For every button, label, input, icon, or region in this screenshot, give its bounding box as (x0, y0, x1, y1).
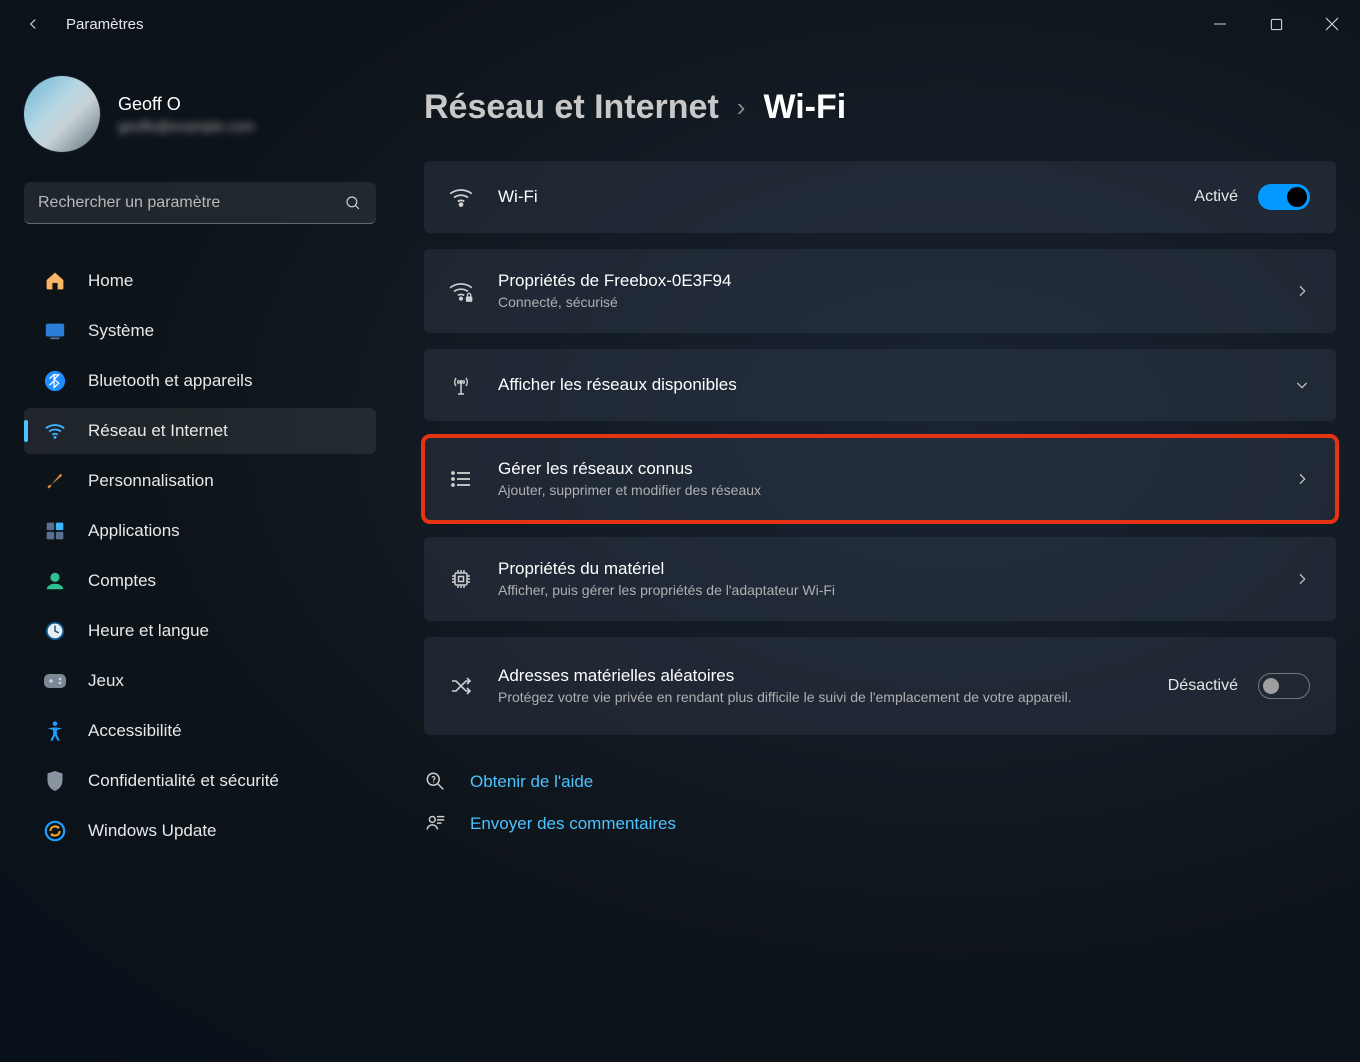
card-title: Propriétés du matériel (498, 559, 1294, 579)
accessibility-icon (42, 718, 68, 744)
wifi-icon (42, 418, 68, 444)
link-label: Envoyer des commentaires (470, 814, 676, 834)
minimize-button[interactable] (1192, 0, 1248, 48)
sidebar-item-label: Accessibilité (88, 721, 182, 741)
chevron-right-icon (1294, 471, 1310, 487)
search-icon (344, 194, 362, 212)
card-random-mac[interactable]: Adresses matérielles aléatoires Protégez… (424, 637, 1336, 735)
sidebar-item-privacy[interactable]: Confidentialité et sécurité (24, 758, 376, 804)
sidebar-item-apps[interactable]: Applications (24, 508, 376, 554)
breadcrumb-current: Wi-Fi (763, 88, 846, 127)
avatar (24, 76, 100, 152)
maximize-icon (1270, 18, 1283, 31)
card-title: Adresses matérielles aléatoires (498, 666, 1152, 686)
accounts-icon (42, 568, 68, 594)
shield-icon (42, 768, 68, 794)
link-label: Obtenir de l'aide (470, 772, 593, 792)
sidebar-item-label: Comptes (88, 571, 156, 591)
search-input[interactable] (38, 194, 344, 212)
sidebar-item-bluetooth[interactable]: Bluetooth et appareils (24, 358, 376, 404)
sidebar-item-label: Windows Update (88, 821, 217, 841)
sidebar: Geoff O geoffo@example.com Home Système (0, 48, 400, 1062)
breadcrumb-parent[interactable]: Réseau et Internet (424, 88, 719, 127)
sidebar-item-label: Personnalisation (88, 471, 214, 491)
mac-status: Désactivé (1168, 677, 1238, 695)
card-manage-networks[interactable]: Gérer les réseaux connus Ajouter, suppri… (424, 437, 1336, 521)
card-title: Gérer les réseaux connus (498, 459, 1294, 479)
sidebar-item-label: Home (88, 271, 133, 291)
link-feedback[interactable]: Envoyer des commentaires (424, 813, 1336, 835)
window-title: Paramètres (66, 16, 144, 33)
sidebar-item-time-language[interactable]: Heure et langue (24, 608, 376, 654)
card-network-properties[interactable]: Propriétés de Freebox-0E3F94 Connecté, s… (424, 249, 1336, 333)
sidebar-item-system[interactable]: Système (24, 308, 376, 354)
close-button[interactable] (1304, 0, 1360, 48)
wifi-icon (444, 184, 478, 210)
apps-icon (42, 518, 68, 544)
arrow-left-icon (24, 15, 42, 33)
chip-icon (444, 567, 478, 591)
sidebar-item-label: Confidentialité et sécurité (88, 771, 279, 791)
sidebar-item-personalization[interactable]: Personnalisation (24, 458, 376, 504)
card-wifi-toggle[interactable]: Wi-Fi Activé (424, 161, 1336, 233)
search-box[interactable] (24, 182, 376, 224)
profile[interactable]: Geoff O geoffo@example.com (24, 76, 376, 152)
bluetooth-icon (42, 368, 68, 394)
breadcrumb: Réseau et Internet › Wi-Fi (424, 88, 1336, 127)
card-subtitle: Afficher, puis gérer les propriétés de l… (498, 581, 1294, 599)
sidebar-item-gaming[interactable]: Jeux (24, 658, 376, 704)
card-show-networks[interactable]: Afficher les réseaux disponibles (424, 349, 1336, 421)
close-icon (1325, 17, 1339, 31)
link-get-help[interactable]: Obtenir de l'aide (424, 771, 1336, 793)
wifi-toggle[interactable] (1258, 184, 1310, 210)
sidebar-item-label: Jeux (88, 671, 124, 691)
gamepad-icon (42, 668, 68, 694)
wifi-status: Activé (1194, 188, 1238, 206)
profile-email: geoffo@example.com (118, 118, 254, 134)
sidebar-item-label: Système (88, 321, 154, 341)
profile-name: Geoff O (118, 94, 254, 115)
help-icon (424, 771, 448, 793)
list-icon (444, 467, 478, 491)
main-content: Réseau et Internet › Wi-Fi Wi-Fi Activé … (400, 48, 1360, 1062)
chevron-down-icon (1294, 377, 1310, 393)
card-hardware-properties[interactable]: Propriétés du matériel Afficher, puis gé… (424, 537, 1336, 621)
update-icon (42, 818, 68, 844)
back-button[interactable] (22, 13, 44, 35)
sidebar-item-label: Réseau et Internet (88, 421, 228, 441)
chevron-right-icon: › (737, 92, 746, 123)
feedback-icon (424, 813, 448, 835)
sidebar-item-home[interactable]: Home (24, 258, 376, 304)
card-subtitle: Connecté, sécurisé (498, 293, 1294, 311)
wifi-lock-icon (444, 278, 478, 304)
sidebar-item-accessibility[interactable]: Accessibilité (24, 708, 376, 754)
sidebar-item-windows-update[interactable]: Windows Update (24, 808, 376, 854)
card-subtitle: Ajouter, supprimer et modifier des résea… (498, 481, 1294, 499)
sidebar-item-label: Heure et langue (88, 621, 209, 641)
nav: Home Système Bluetooth et appareils Rése… (24, 258, 376, 854)
minimize-icon (1213, 17, 1227, 31)
system-icon (42, 318, 68, 344)
home-icon (42, 268, 68, 294)
titlebar: Paramètres (0, 0, 1360, 48)
card-title: Wi-Fi (498, 187, 1194, 207)
shuffle-icon (444, 674, 478, 698)
sidebar-item-label: Bluetooth et appareils (88, 371, 252, 391)
chevron-right-icon (1294, 571, 1310, 587)
antenna-icon (444, 373, 478, 397)
card-subtitle: Protégez votre vie privée en rendant plu… (498, 688, 1152, 706)
chevron-right-icon (1294, 283, 1310, 299)
card-title: Propriétés de Freebox-0E3F94 (498, 271, 1294, 291)
sidebar-item-network[interactable]: Réseau et Internet (24, 408, 376, 454)
sidebar-item-label: Applications (88, 521, 180, 541)
card-title: Afficher les réseaux disponibles (498, 375, 1294, 395)
brush-icon (42, 468, 68, 494)
clock-icon (42, 618, 68, 644)
maximize-button[interactable] (1248, 0, 1304, 48)
sidebar-item-accounts[interactable]: Comptes (24, 558, 376, 604)
mac-toggle[interactable] (1258, 673, 1310, 699)
